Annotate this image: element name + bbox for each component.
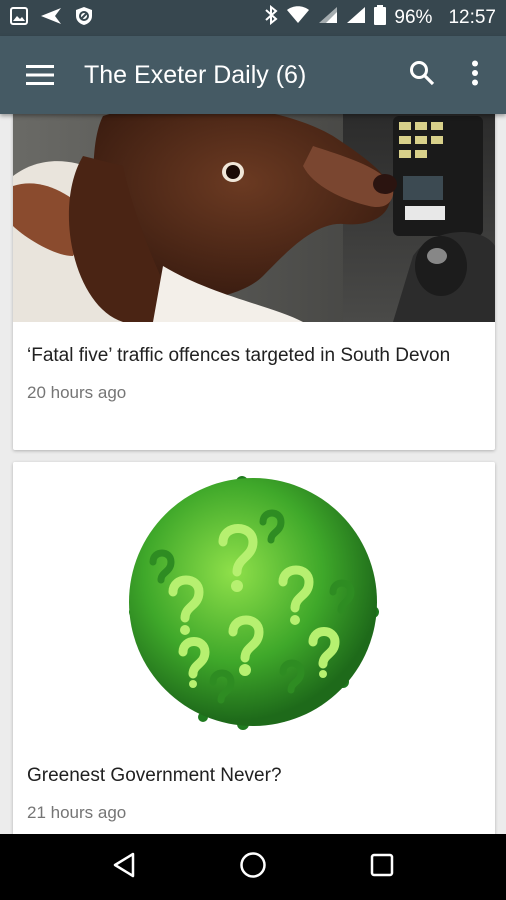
menu-button[interactable]	[10, 36, 70, 114]
home-button[interactable]	[218, 834, 288, 900]
send-icon	[40, 7, 62, 30]
search-button[interactable]	[394, 36, 450, 114]
back-icon	[112, 852, 136, 883]
clock: 12:57	[448, 7, 496, 28]
status-bar: 96% 12:57	[0, 0, 506, 36]
article-list[interactable]: ‘Fatal five’ traffic offences targeted i…	[0, 114, 506, 834]
wifi-icon	[286, 6, 310, 30]
battery-percent: 96%	[394, 7, 433, 28]
article-title: Greenest Government Never?	[27, 765, 282, 786]
recents-button[interactable]	[347, 834, 417, 900]
article-image-question-marks	[13, 462, 495, 742]
more-options-button[interactable]	[450, 36, 500, 114]
more-vert-icon	[471, 60, 479, 91]
article-time: 21 hours ago	[27, 803, 127, 822]
system-nav-bar	[0, 834, 506, 900]
search-icon	[409, 60, 435, 91]
article-image-dog	[13, 114, 495, 322]
bluetooth-icon	[264, 4, 278, 31]
app-title: The Exeter Daily (6)	[84, 60, 307, 89]
home-icon	[239, 851, 267, 884]
recents-icon	[370, 853, 394, 882]
shield-icon	[74, 6, 94, 31]
signal-icon	[318, 6, 338, 30]
battery-icon	[374, 5, 387, 31]
article-card[interactable]: ‘Fatal five’ traffic offences targeted i…	[13, 114, 495, 450]
menu-icon	[26, 65, 54, 85]
signal-icon	[346, 6, 366, 30]
article-card[interactable]: Greenest Government Never? 21 hours ago	[13, 462, 495, 834]
app-bar: The Exeter Daily (6)	[0, 36, 506, 114]
article-time: 20 hours ago	[27, 383, 127, 402]
back-button[interactable]	[89, 834, 159, 900]
image-icon	[10, 6, 28, 30]
article-title: ‘Fatal five’ traffic offences targeted i…	[27, 345, 451, 366]
